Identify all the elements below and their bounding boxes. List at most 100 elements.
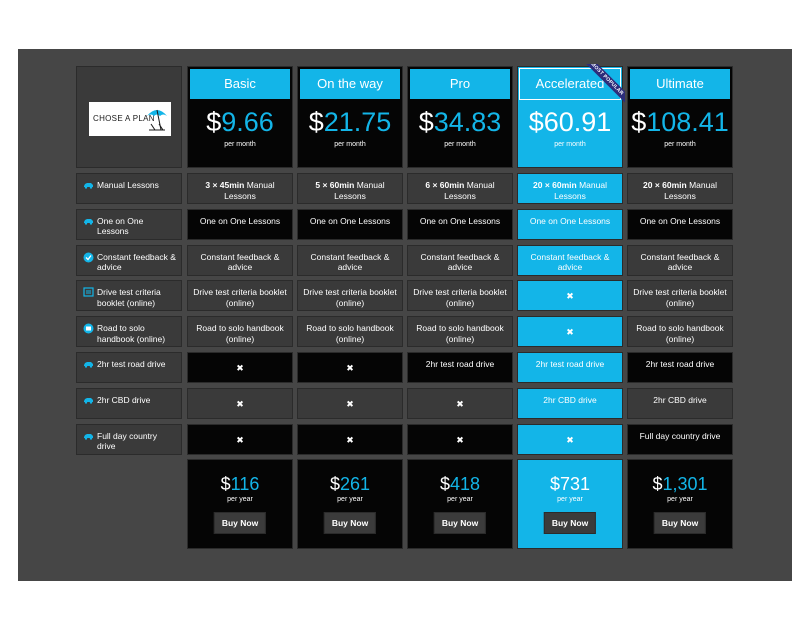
feature-value-cell: Road to solo handbook (online) — [627, 316, 733, 348]
yearly-price: $1,301 — [652, 474, 708, 494]
feature-value-cell: Drive test criteria booklet (online) — [407, 280, 513, 312]
feature-value: One on One Lessons — [199, 215, 281, 226]
feature-label: Road to solo handbook (online) — [83, 323, 177, 344]
feature-value: 2hr test road drive — [535, 359, 605, 369]
plan-header-pro: Pro $34.83 per month — [407, 66, 513, 168]
feature-value-cell: One on One Lessons — [407, 208, 513, 240]
not-included-icon: ✖ — [566, 434, 574, 445]
feature-value: 2hr CBD drive — [543, 394, 597, 405]
feature-value-cell: Road to solo handbook (online) — [407, 316, 513, 348]
feature-value: Drive test criteria booklet (online) — [413, 287, 507, 308]
feature-value: Constant feedback & advice — [420, 251, 500, 273]
per-month-label: per month — [444, 141, 476, 148]
feature-label-text: Manual Lessons — [97, 180, 159, 190]
most-popular-badge: MOST POPULAR — [579, 64, 625, 110]
feature-value: 2hr CBD drive — [653, 394, 707, 405]
feature-label-cell: Full day country drive — [76, 423, 182, 455]
feature-value: One on One Lessons — [419, 215, 501, 226]
feature-value-cell: Road to solo handbook (online) — [187, 316, 293, 348]
feature-value-cell: ✖ — [517, 316, 623, 348]
feature-value-cell: Constant feedback & advice — [627, 244, 733, 276]
monthly-price: $34.83 — [418, 107, 502, 137]
feature-value: One on One Lessons — [309, 215, 391, 226]
feature-value-cell: Constant feedback & advice — [517, 244, 623, 276]
feature-label-text: 2hr test road drive — [97, 359, 166, 369]
feature-value-cell: Drive test criteria booklet (online) — [297, 280, 403, 312]
not-included-icon: ✖ — [566, 327, 574, 338]
feature-value-cell: Full day country drive — [627, 423, 733, 455]
check-circle-icon — [83, 252, 94, 263]
car-icon — [83, 216, 94, 226]
feature-value: Road to solo handbook (online) — [416, 323, 504, 344]
not-included-icon: ✖ — [566, 291, 574, 302]
feature-value-cell: 5 × 60min Manual Lessons — [297, 173, 403, 204]
feature-label-cell: Manual Lessons — [76, 173, 182, 204]
feature-value-cell: ✖ — [187, 352, 293, 383]
feature-value-cell: 2hr test road drive — [517, 352, 623, 383]
pricing-table: CHOSE A PLAN Basic $9.66 per month On th… — [18, 49, 792, 581]
feature-value-cell: 2hr CBD drive — [627, 387, 733, 419]
plan-name: Pro — [410, 69, 510, 99]
logo-cell: CHOSE A PLAN — [76, 66, 182, 168]
feature-value-cell: ✖ — [297, 352, 403, 383]
feature-value: Road to solo handbook (online) — [196, 323, 284, 344]
buy-now-button[interactable]: Buy Now — [323, 512, 377, 534]
feature-value: Constant feedback & advice — [640, 251, 720, 273]
monthly-price: $60.91 — [528, 107, 612, 137]
plan-footer-ultimate: $1,301 per year Buy Now — [627, 459, 733, 549]
not-included-icon: ✖ — [346, 363, 354, 373]
feature-value-cell: One on One Lessons — [517, 208, 623, 240]
feature-value: Constant feedback & advice — [530, 251, 610, 273]
feature-value-cell: ✖ — [407, 387, 513, 419]
not-included-icon: ✖ — [236, 434, 244, 445]
feature-value-cell: ✖ — [407, 423, 513, 455]
car-icon — [83, 431, 94, 441]
feature-value: Drive test criteria booklet (online) — [303, 287, 397, 308]
yearly-price: $261 — [329, 474, 371, 494]
buy-now-button[interactable]: Buy Now — [433, 512, 487, 534]
feature-label: Full day country drive — [83, 431, 177, 452]
feature-label-text: Constant feedback & advice — [97, 251, 176, 273]
feature-label-cell: Road to solo handbook (online) — [76, 316, 182, 348]
feature-value-cell: One on One Lessons — [297, 208, 403, 240]
car-icon — [83, 359, 94, 369]
feature-value: 3 × 45min Manual Lessons — [205, 180, 275, 201]
not-included-icon: ✖ — [236, 363, 244, 373]
monthly-price: $108.41 — [631, 107, 729, 137]
plan-footer-pro: $418 per year Buy Now — [407, 459, 513, 549]
feature-value-cell: 3 × 45min Manual Lessons — [187, 173, 293, 204]
handbook-icon — [83, 323, 94, 334]
feature-label-text: 2hr CBD drive — [97, 394, 151, 405]
feature-value: One on One Lessons — [529, 215, 611, 226]
per-month-label: per month — [554, 141, 586, 148]
feature-value: 5 × 60min Manual Lessons — [315, 180, 385, 201]
feature-value-cell: 2hr test road drive — [407, 352, 513, 383]
logo: CHOSE A PLAN — [89, 102, 171, 136]
feature-value: Drive test criteria booklet (online) — [193, 287, 287, 308]
buy-now-button[interactable]: Buy Now — [213, 512, 267, 534]
umbrella-icon — [147, 109, 167, 131]
feature-value-cell: Constant feedback & advice — [407, 244, 513, 276]
feature-label-text: Full day country drive — [97, 430, 157, 452]
feature-label-cell: Constant feedback & advice — [76, 244, 182, 276]
per-month-label: per month — [664, 141, 696, 148]
per-month-label: per month — [334, 141, 366, 148]
feature-label-text: Road to solo handbook (online) — [97, 323, 166, 344]
feature-value: Drive test criteria booklet (online) — [633, 287, 727, 308]
feature-value-cell: One on One Lessons — [627, 208, 733, 240]
plan-name: Basic — [190, 69, 290, 99]
feature-value-cell: ✖ — [297, 387, 403, 419]
feature-value: 20 × 60min Manual Lessons — [533, 180, 607, 201]
buy-now-button[interactable]: Buy Now — [653, 512, 707, 534]
not-included-icon: ✖ — [236, 398, 244, 409]
feature-label: 2hr CBD drive — [83, 395, 177, 406]
feature-value: Constant feedback & advice — [310, 251, 390, 273]
feature-value-cell: 6 × 60min Manual Lessons — [407, 173, 513, 204]
feature-value-cell: ✖ — [517, 423, 623, 455]
plan-header-basic: Basic $9.66 per month — [187, 66, 293, 168]
feature-value-cell: ✖ — [517, 280, 623, 312]
per-year-label: per year — [667, 496, 693, 503]
feature-value-cell: Constant feedback & advice — [297, 244, 403, 276]
per-year-label: per year — [227, 496, 253, 503]
buy-now-button[interactable]: Buy Now — [543, 512, 597, 534]
